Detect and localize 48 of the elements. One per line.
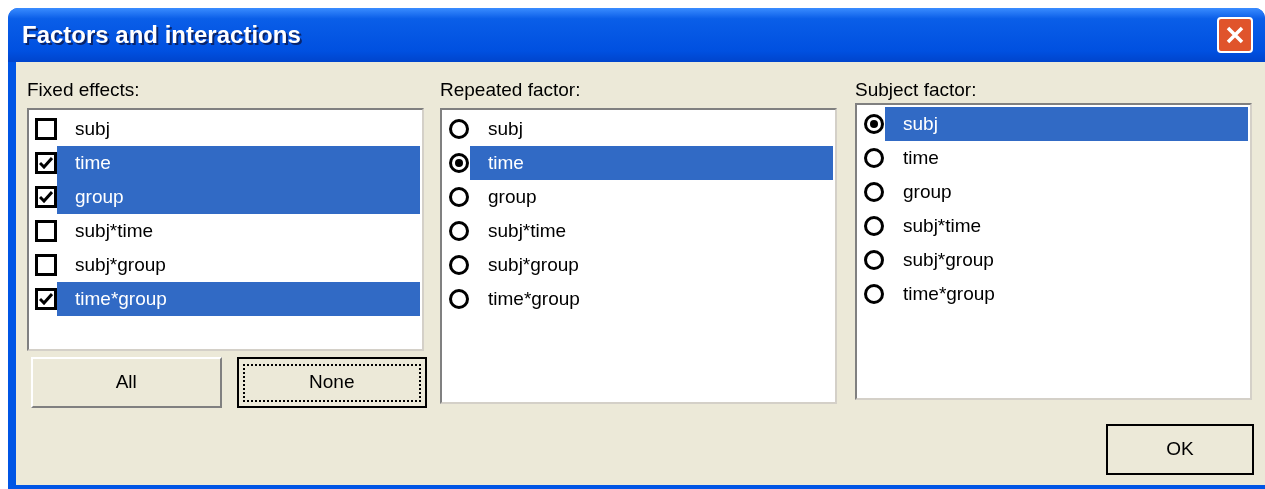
list-item[interactable]: subj	[470, 112, 833, 146]
radio-button[interactable]	[863, 215, 885, 237]
section-label: Subject factor:	[855, 78, 978, 102]
list-item[interactable]: time	[57, 146, 420, 180]
checked-checkbox[interactable]	[35, 152, 57, 174]
list-item[interactable]: time	[470, 146, 833, 180]
list-item[interactable]: subj*time	[885, 209, 1248, 243]
radio-button[interactable]	[448, 220, 470, 242]
selected-radio-button[interactable]	[863, 113, 885, 135]
list-item[interactable]: time	[885, 141, 1248, 175]
window-title: Factors and interactions	[22, 20, 301, 50]
list-item[interactable]: subj	[885, 107, 1248, 141]
close-button[interactable]	[1217, 17, 1253, 53]
list-item[interactable]: group	[57, 180, 420, 214]
list-item[interactable]: subj	[57, 112, 420, 146]
list-item[interactable]: group	[470, 180, 833, 214]
list-item[interactable]: subj*time	[57, 214, 420, 248]
checked-checkbox[interactable]	[35, 186, 57, 208]
section-label: Repeated factor:	[440, 78, 582, 102]
list-item[interactable]: subj*group	[470, 248, 833, 282]
ok-button[interactable]: OK	[1106, 424, 1254, 475]
push-button[interactable]: All	[31, 357, 222, 408]
radio-button[interactable]	[863, 147, 885, 169]
radio-button[interactable]	[448, 118, 470, 140]
radio-button[interactable]	[863, 249, 885, 271]
radio-button[interactable]	[863, 283, 885, 305]
check-icon	[39, 157, 53, 169]
list-item[interactable]: subj*group	[57, 248, 420, 282]
list-item[interactable]: time*group	[885, 277, 1248, 311]
section-label: Fixed effects:	[27, 78, 141, 102]
check-icon	[39, 191, 53, 203]
check-icon	[39, 293, 53, 305]
radio-button[interactable]	[448, 254, 470, 276]
list-item[interactable]: subj*group	[885, 243, 1248, 277]
radio-button[interactable]	[448, 186, 470, 208]
checked-checkbox[interactable]	[35, 288, 57, 310]
checkbox[interactable]	[35, 118, 57, 140]
checkbox[interactable]	[35, 254, 57, 276]
push-button[interactable]: None	[236, 357, 427, 408]
close-icon	[1225, 25, 1245, 45]
selected-radio-button[interactable]	[448, 152, 470, 174]
list-item[interactable]: time*group	[470, 282, 833, 316]
radio-button[interactable]	[863, 181, 885, 203]
radio-button[interactable]	[448, 288, 470, 310]
list-item[interactable]: subj*time	[470, 214, 833, 248]
checkbox[interactable]	[35, 220, 57, 242]
list-item[interactable]: group	[885, 175, 1248, 209]
list-item[interactable]: time*group	[57, 282, 420, 316]
